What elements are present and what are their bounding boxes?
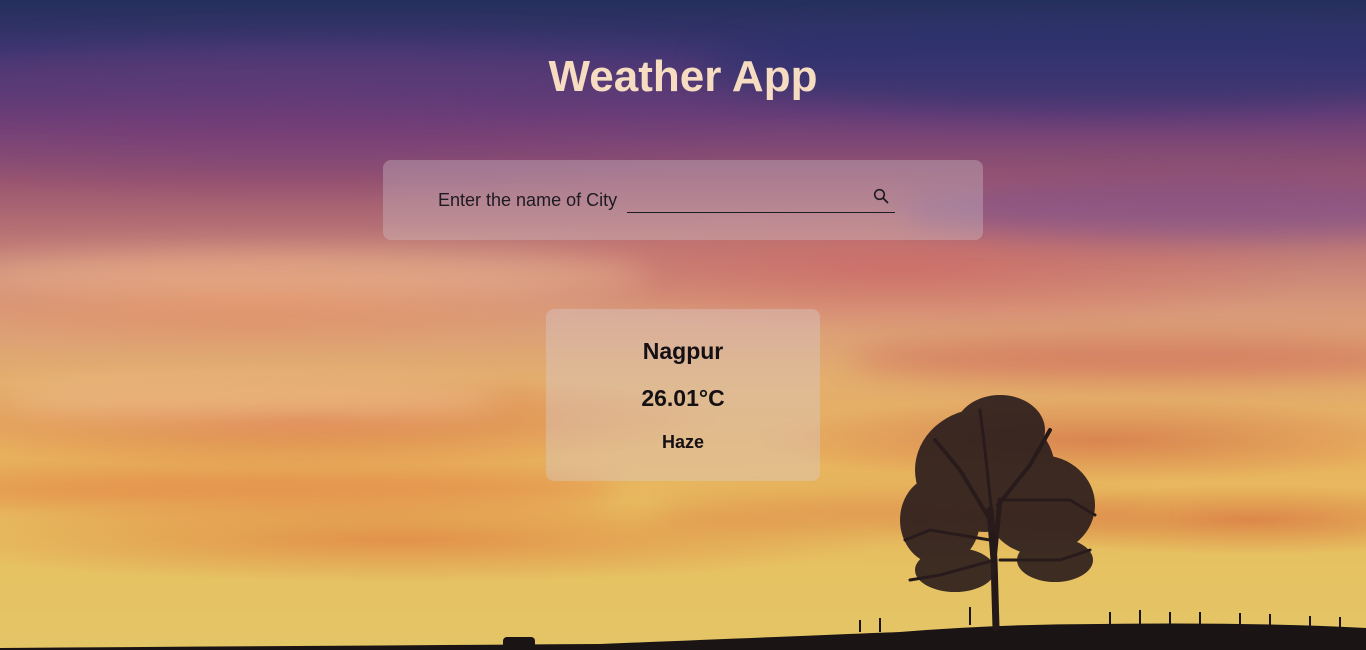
search-label: Enter the name of City — [438, 190, 618, 210]
search-icon[interactable] — [873, 188, 889, 204]
city-search-input[interactable] — [627, 182, 861, 212]
weather-condition: Haze — [661, 432, 705, 452]
weather-app-page: Weather App Enter the name of City Nagpu… — [0, 0, 1366, 650]
sky-streak — [0, 250, 650, 300]
temperature: 26.01°C — [641, 385, 725, 411]
sky-streak — [850, 340, 1366, 380]
tree-icon — [903, 408, 1097, 632]
page-title: Weather App — [548, 52, 818, 101]
sky-streak — [0, 380, 500, 420]
weather-card: Nagpur 26.01°C Haze — [546, 309, 820, 481]
sky-streak — [0, 470, 620, 510]
search-panel: Enter the name of City — [383, 160, 983, 240]
sky-streak — [650, 500, 1150, 530]
search-field — [627, 182, 895, 213]
city-name: Nagpur — [642, 338, 724, 364]
